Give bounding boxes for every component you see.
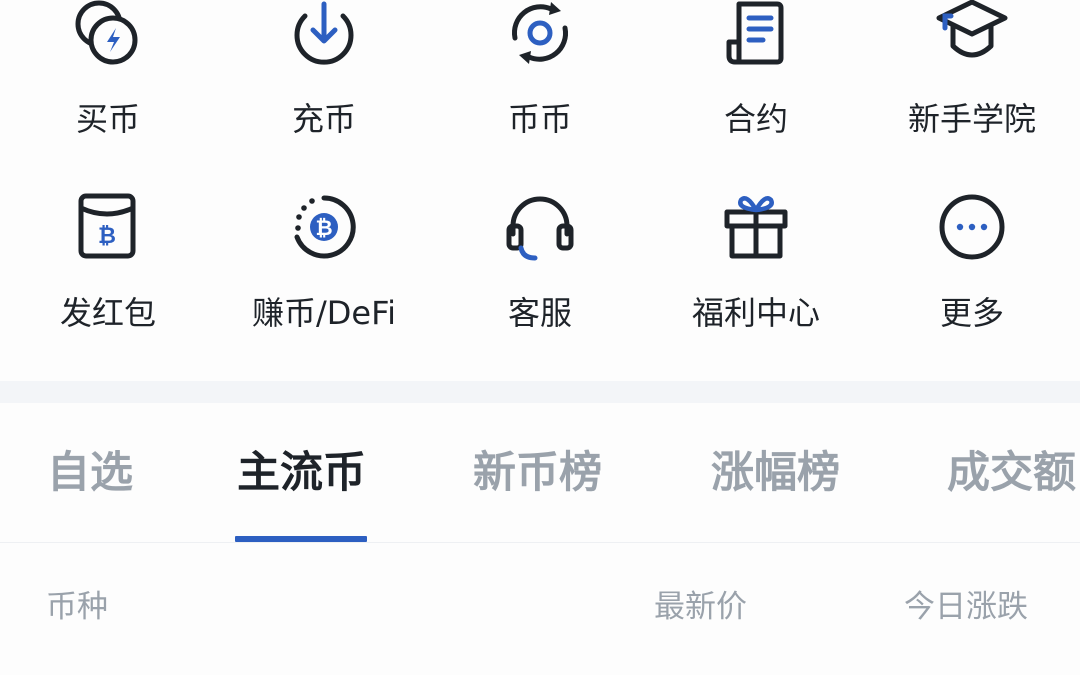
column-header-price[interactable]: 最新价 [654, 585, 747, 629]
quick-action-spot-trade[interactable]: 币币 [432, 0, 648, 138]
quick-action-label: 充币 [291, 100, 356, 138]
quick-action-label: 币币 [507, 100, 572, 138]
quick-action-label: 福利中心 [691, 294, 820, 332]
svg-text:₿: ₿ [98, 224, 116, 249]
quick-action-label: 新手学院 [907, 100, 1036, 138]
column-header-coin[interactable]: 币种 [46, 585, 108, 629]
column-header-change[interactable]: 今日涨跌 [904, 585, 1028, 629]
section-divider [0, 381, 1080, 403]
tab-top-gainers[interactable]: 涨幅榜 [711, 447, 840, 499]
quick-action-deposit[interactable]: 充币 [216, 0, 432, 138]
quick-actions-row-2: ₿ 发红包 ₿ 赚币/DeFi 客服 福利中心 更多 [0, 188, 1080, 332]
quick-action-more[interactable]: 更多 [864, 188, 1080, 332]
quick-action-label: 买币 [75, 100, 140, 138]
quick-action-label: 更多 [939, 294, 1004, 332]
tab-favorites[interactable]: 自选 [47, 447, 133, 499]
support-icon [501, 188, 579, 266]
gift-icon [717, 188, 795, 266]
quick-action-red-packet[interactable]: ₿ 发红包 [0, 188, 216, 332]
spot-trade-icon [501, 0, 579, 72]
contract-icon [717, 0, 795, 72]
quick-action-academy[interactable]: 新手学院 [864, 0, 1080, 138]
tab-new-listings[interactable]: 新币榜 [473, 447, 602, 499]
quick-action-label: 合约 [723, 100, 788, 138]
quick-actions-row-1: 买币 充币 币币 合约 新手学院 [0, 0, 1080, 138]
quick-action-gift-center[interactable]: 福利中心 [648, 188, 864, 332]
quick-action-buy-coin[interactable]: 买币 [0, 0, 216, 138]
tabs-divider [0, 542, 1080, 543]
quick-action-support[interactable]: 客服 [432, 188, 648, 332]
earn-icon: ₿ [285, 188, 363, 266]
market-tabs: 自选 主流币 新币榜 涨幅榜 成交额 [0, 403, 1080, 542]
academy-icon [933, 0, 1011, 72]
market-list-header: 币种 最新价 今日涨跌 [0, 585, 1080, 629]
quick-action-label: 客服 [507, 294, 572, 332]
red-packet-icon: ₿ [69, 188, 147, 266]
quick-action-contract[interactable]: 合约 [648, 0, 864, 138]
tab-volume[interactable]: 成交额 [947, 447, 1076, 499]
quick-action-label: 发红包 [59, 294, 156, 332]
market-home-screen: 买币 充币 币币 合约 新手学院 ₿ 发红包 ₿ 赚币/DeFi 客服 福利中心… [0, 0, 1080, 675]
tab-mainstream[interactable]: 主流币 [237, 447, 366, 499]
deposit-icon [285, 0, 363, 72]
quick-action-label: 赚币/DeFi [251, 294, 397, 332]
quick-action-earn[interactable]: ₿ 赚币/DeFi [216, 188, 432, 332]
svg-text:₿: ₿ [315, 216, 332, 240]
buy-coin-icon [69, 0, 147, 72]
more-icon [933, 188, 1011, 266]
